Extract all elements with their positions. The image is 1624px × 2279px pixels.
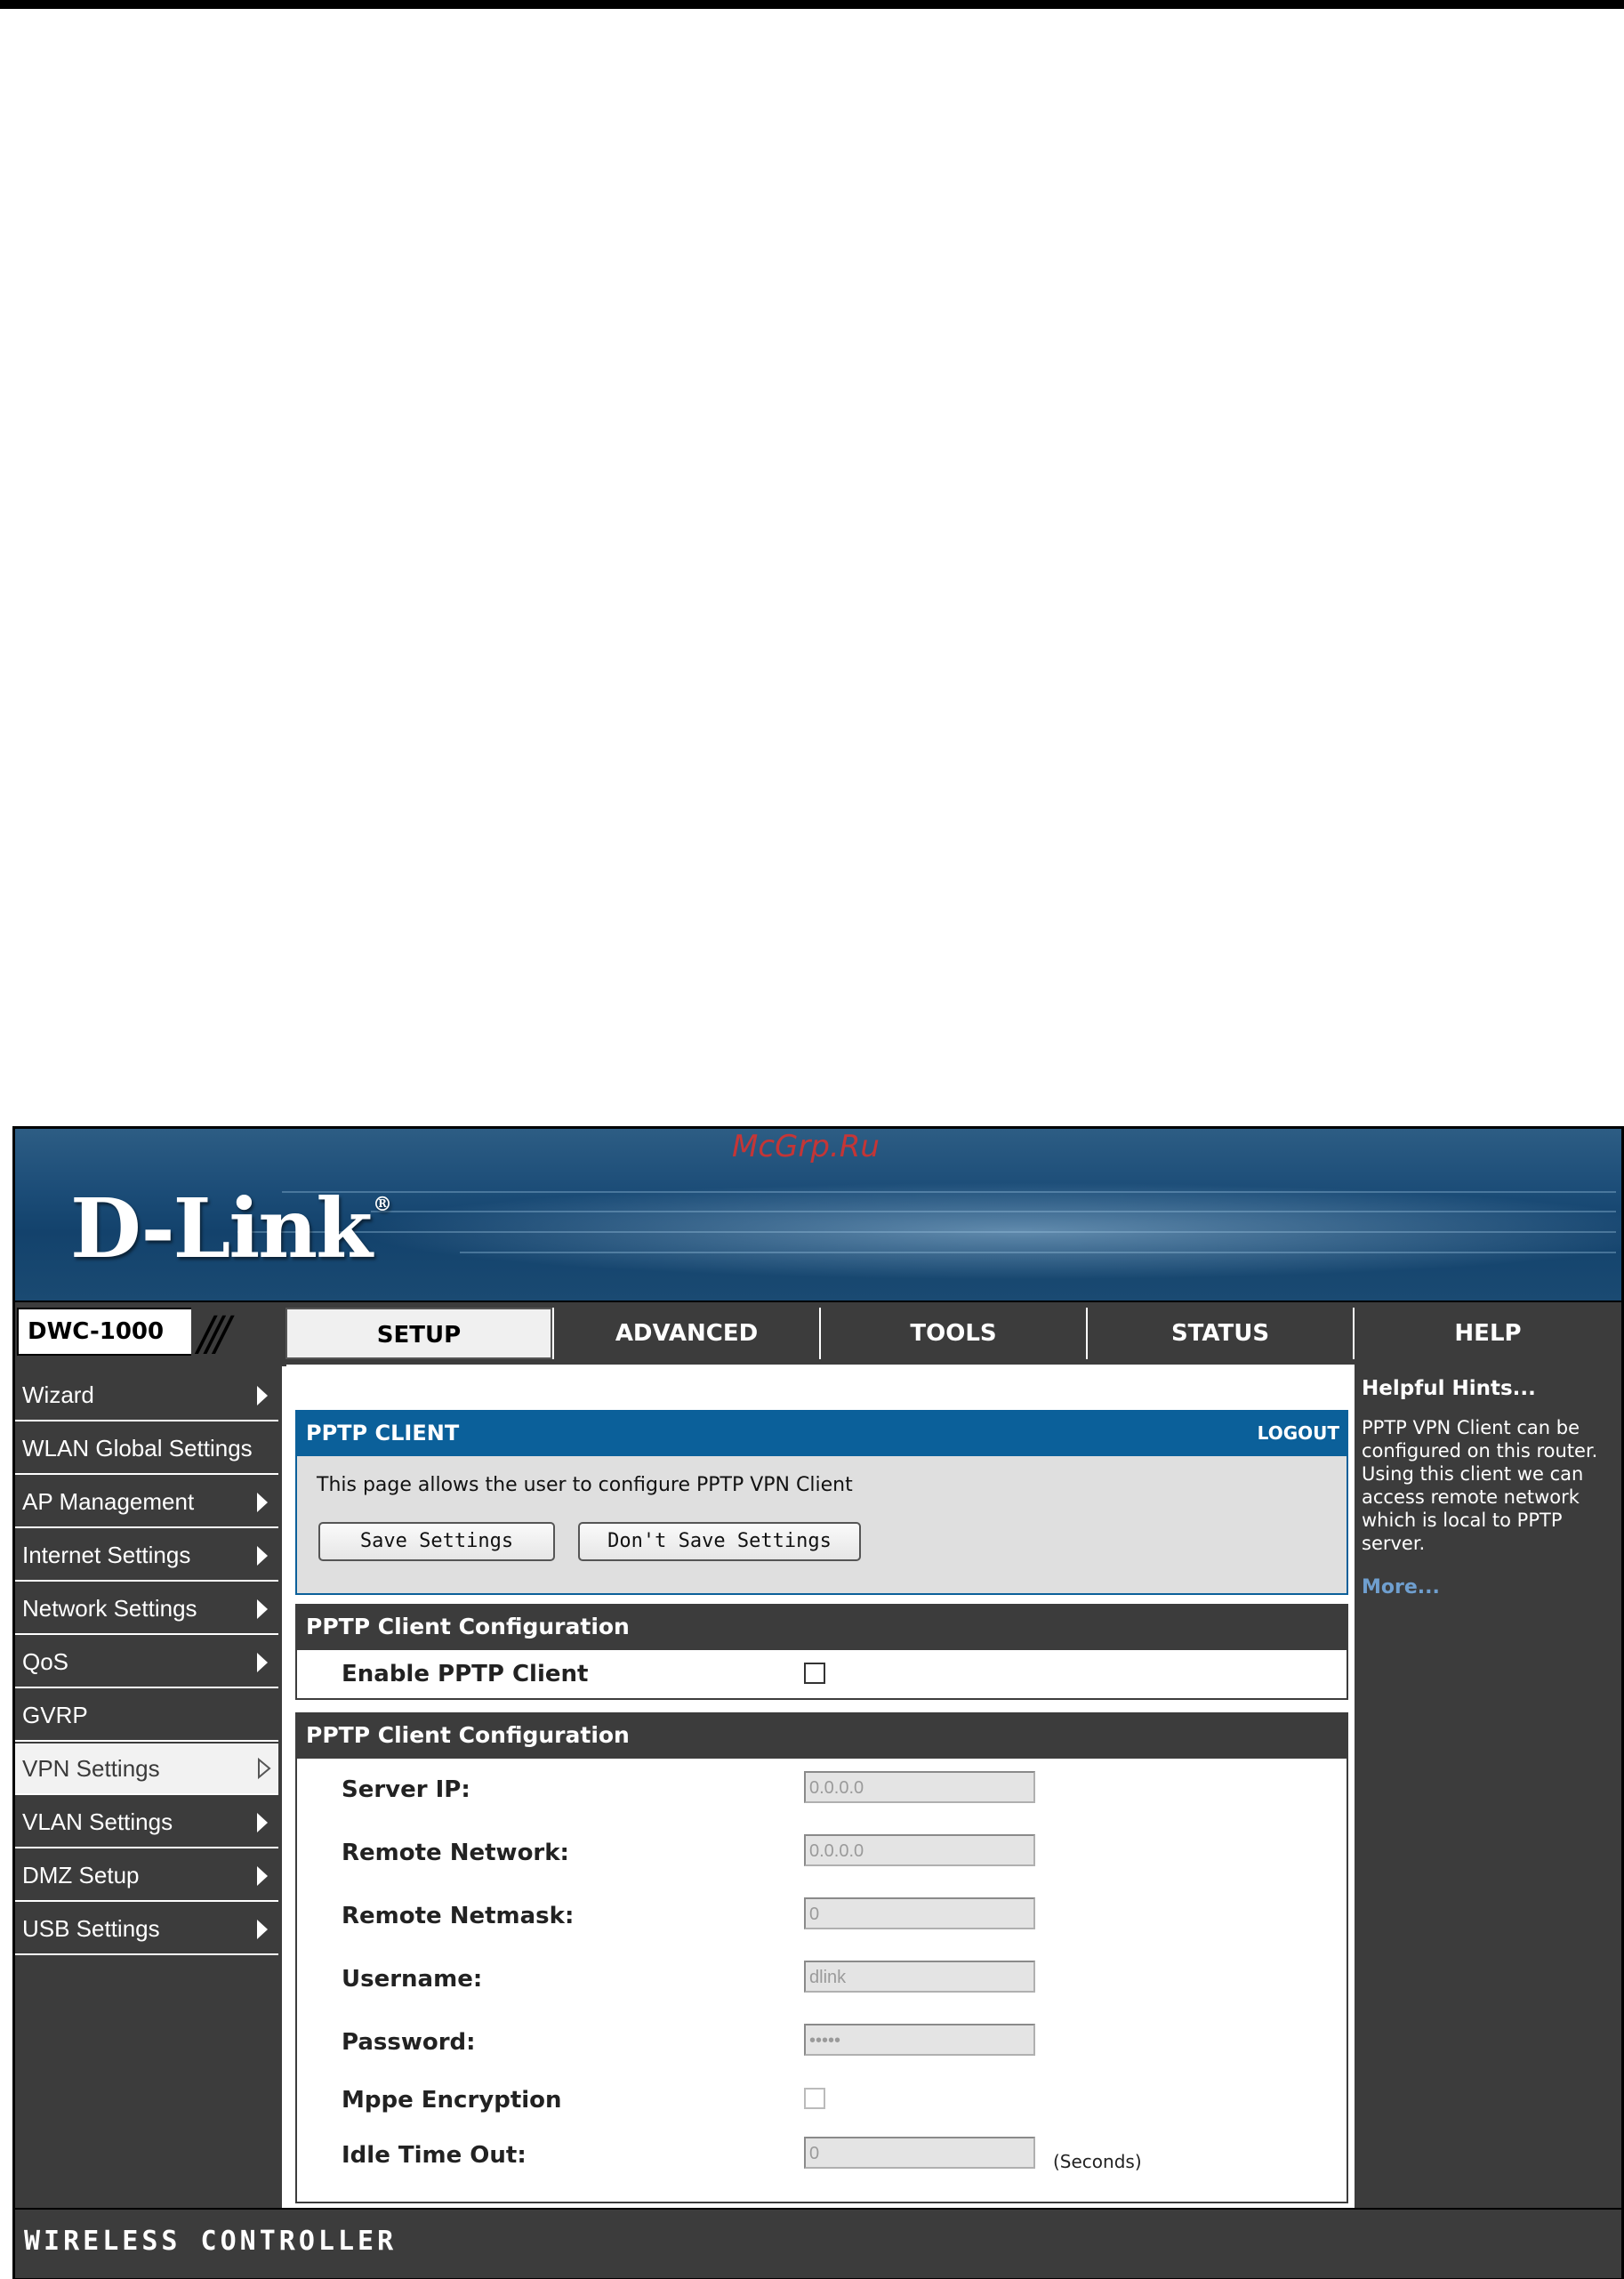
submenu-arrow-icon (257, 1546, 268, 1566)
username-input[interactable]: dlink (804, 1961, 1035, 1993)
submenu-arrow-icon (257, 1920, 268, 1939)
sidebar: Wizard WLAN Global Settings AP Managemen… (15, 1365, 282, 2208)
submenu-arrow-icon (257, 1653, 268, 1672)
remote-netmask-label: Remote Netmask: (342, 1903, 575, 1929)
server-ip-label: Server IP: (342, 1776, 470, 1803)
banner-stripe (237, 1231, 1616, 1233)
remote-netmask-input[interactable]: 0 (804, 1897, 1035, 1929)
submenu-arrow-icon (257, 1866, 268, 1886)
sidebar-item-label: USB Settings (22, 1915, 160, 1942)
helpful-hints-panel: Helpful Hints... PPTP VPN Client can be … (1355, 1365, 1621, 2208)
sidebar-item-label: QoS (22, 1648, 69, 1675)
submenu-arrow-icon (257, 1599, 268, 1619)
enable-pptp-label: Enable PPTP Client (342, 1661, 589, 1687)
tab-help[interactable]: HELP (1353, 1308, 1621, 1359)
top-navigation: DWC-1000 /// SETUP ADVANCED TOOLS STATUS… (15, 1301, 1621, 1366)
save-settings-button[interactable]: Save Settings (318, 1522, 555, 1561)
mppe-encryption-checkbox[interactable] (804, 2088, 825, 2109)
remote-network-input[interactable]: 0.0.0.0 (804, 1834, 1035, 1866)
enable-pptp-checkbox[interactable] (804, 1663, 825, 1684)
remote-network-label: Remote Network: (342, 1840, 569, 1866)
tab-setup[interactable]: SETUP (285, 1308, 552, 1359)
submenu-arrow-icon (257, 1386, 268, 1405)
hints-title: Helpful Hints... (1362, 1377, 1536, 1400)
main-content: PPTP CLIENT LOGOUT This page allows the … (286, 1365, 1355, 2208)
panel-title: PPTP CLIENT (306, 1421, 460, 1446)
footer-product-text: WIRELESS CONTROLLER (24, 2226, 398, 2257)
tab-tools[interactable]: TOOLS (819, 1308, 1086, 1359)
section-header: PPTP Client Configuration (295, 1604, 1348, 1650)
app-window: D-Link® McGrp.Ru DWC-1000 /// SETUP ADVA… (12, 1126, 1624, 2279)
mppe-encryption-label: Mppe Encryption (342, 2087, 562, 2114)
section-enable: Enable PPTP Client (295, 1650, 1348, 1700)
sidebar-item-label: VPN Settings (22, 1755, 160, 1782)
sidebar-item-gvrp[interactable]: GVRP (15, 1690, 278, 1742)
sidebar-item-label: DMZ Setup (22, 1862, 140, 1888)
hints-body: PPTP VPN Client can be configured on thi… (1362, 1417, 1598, 1554)
sidebar-item-label: GVRP (22, 1702, 88, 1728)
sidebar-item-label: Internet Settings (22, 1542, 191, 1568)
submenu-arrow-icon (257, 1813, 268, 1832)
password-label: Password: (342, 2029, 476, 2056)
section-header: PPTP Client Configuration (295, 1712, 1348, 1759)
sidebar-item-label: Wizard (22, 1381, 94, 1408)
sidebar-item-label: VLAN Settings (22, 1808, 173, 1835)
dont-save-settings-button[interactable]: Don't Save Settings (578, 1522, 861, 1561)
model-label-box: DWC-1000 /// (17, 1308, 296, 1361)
idle-timeout-label: Idle Time Out: (342, 2142, 527, 2169)
watermark: McGrp.Ru (732, 1129, 880, 1164)
slashes-decoration: /// (191, 1308, 296, 1361)
submenu-arrow-outline-icon (258, 1758, 271, 1779)
model-name: DWC-1000 (28, 1318, 165, 1345)
panel-header: PPTP CLIENT LOGOUT (295, 1410, 1348, 1456)
top-border (0, 0, 1624, 9)
dlink-logo: D-Link® (70, 1180, 392, 1276)
sidebar-item-internet-settings[interactable]: Internet Settings (15, 1530, 278, 1582)
password-input[interactable]: ••••• (804, 2024, 1035, 2056)
server-ip-input[interactable]: 0.0.0.0 (804, 1771, 1035, 1803)
banner-stripe (282, 1191, 1616, 1193)
sidebar-item-label: Network Settings (22, 1595, 197, 1622)
sidebar-item-usb-settings[interactable]: USB Settings (15, 1904, 278, 1955)
tab-status[interactable]: STATUS (1086, 1308, 1353, 1359)
idle-timeout-unit: (Seconds) (1053, 2151, 1142, 2172)
sidebar-item-vpn-settings[interactable]: VPN Settings (15, 1743, 278, 1795)
sidebar-item-vlan-settings[interactable]: VLAN Settings (15, 1797, 278, 1848)
panel-body: This page allows the user to configure P… (295, 1456, 1348, 1595)
sidebar-item-network-settings[interactable]: Network Settings (15, 1583, 278, 1635)
logout-link[interactable]: LOGOUT (1258, 1410, 1339, 1456)
page-description: This page allows the user to configure P… (317, 1474, 853, 1496)
sidebar-item-ap-management[interactable]: AP Management (15, 1477, 278, 1528)
submenu-arrow-icon (257, 1493, 268, 1512)
tab-advanced[interactable]: ADVANCED (552, 1308, 819, 1359)
sidebar-item-wizard[interactable]: Wizard (15, 1370, 278, 1421)
sidebar-item-dmz-setup[interactable]: DMZ Setup (15, 1850, 278, 1902)
section-config: Server IP: 0.0.0.0 Remote Network: 0.0.0… (295, 1759, 1348, 2203)
sidebar-item-wlan-global-settings[interactable]: WLAN Global Settings (15, 1423, 278, 1475)
username-label: Username: (342, 1966, 483, 1993)
banner-stripe (460, 1252, 1616, 1253)
footer-bar: WIRELESS CONTROLLER (15, 2208, 1621, 2278)
header-banner: D-Link® McGrp.Ru (15, 1129, 1621, 1301)
sidebar-item-label: WLAN Global Settings (22, 1435, 253, 1462)
idle-timeout-input[interactable]: 0 (804, 2137, 1035, 2169)
sidebar-item-qos[interactable]: QoS (15, 1637, 278, 1688)
banner-stripe (371, 1211, 1616, 1212)
hints-more-link[interactable]: More... (1362, 1576, 1614, 1599)
sidebar-item-label: AP Management (22, 1488, 195, 1515)
